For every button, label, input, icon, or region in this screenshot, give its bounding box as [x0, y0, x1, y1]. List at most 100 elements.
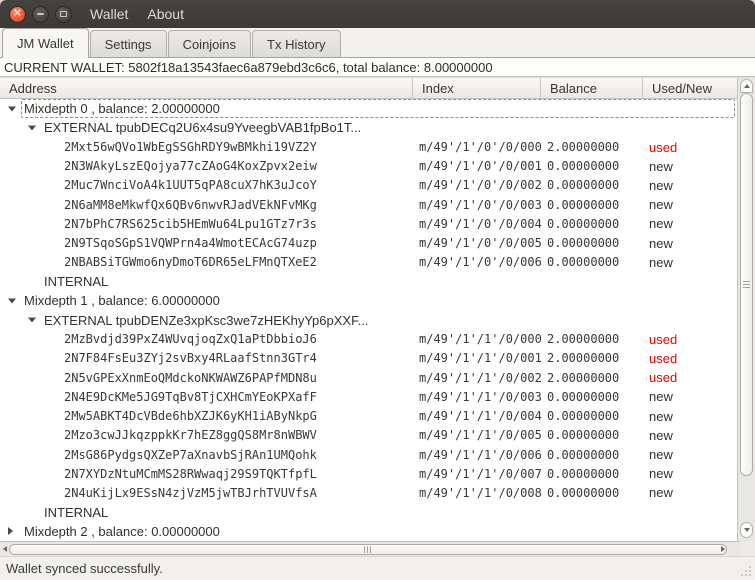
used-new-cell: new: [649, 177, 673, 193]
tree-row[interactable]: Mixdepth 0 , balance: 2.00000000: [0, 99, 737, 119]
index-cell: m/49'/1'/1'/0/008: [419, 485, 542, 500]
address-text: 2N4uKijLx9ESsN4zjVzM5jwTBJrhTVUVfsA: [64, 485, 317, 500]
address-cell: 2MsG86PydgsQXZeP7aXnavbSjRAn1UMQohk: [0, 445, 413, 464]
address-cell: Mixdepth 1 , balance: 6.00000000: [0, 291, 413, 310]
tree-row[interactable]: 2Mzo3cwJJkqzppkKr7hEZ8ggQS8Mr8nWBWV m/49'…: [0, 426, 737, 445]
address-text: 2Mzo3cwJJkqzppkKr7hEZ8ggQS8Mr8nWBWV: [64, 428, 317, 443]
scroll-down-button[interactable]: [740, 522, 753, 538]
column-header-address[interactable]: Address: [0, 78, 413, 98]
tree-row[interactable]: INTERNAL: [0, 272, 737, 291]
used-new-cell: used: [649, 139, 678, 155]
index-cell: m/49'/1'/1'/0/003: [419, 389, 542, 404]
arrow-down-icon: [743, 528, 750, 532]
tab-tx-history[interactable]: Tx History: [252, 30, 341, 58]
chevron-down-icon[interactable]: [8, 106, 16, 112]
used-new-cell: used: [649, 331, 678, 347]
tree-row[interactable]: 2N7F84FsEu3ZYj2svBxy4RLaafStnn3GTr4 m/49'…: [0, 349, 737, 368]
address-cell: Mixdepth 0 , balance: 2.00000000: [0, 99, 413, 118]
index-cell: m/49'/1'/1'/0/004: [419, 409, 542, 424]
tab-settings[interactable]: Settings: [89, 30, 167, 58]
tree-row[interactable]: 2Muc7WnciVoA4k1UUT5qPA8cuX7hK3uJcoY m/49'…: [0, 176, 737, 195]
tree-row[interactable]: 2MzBvdjd39PxZ4WUvqjoqZxQ1aPtDbbioJ6 m/49'…: [0, 330, 737, 349]
tree-row[interactable]: INTERNAL: [0, 503, 737, 522]
address-text: 2MzBvdjd39PxZ4WUvqjoqZxQ1aPtDbbioJ6: [64, 332, 317, 347]
tree-row[interactable]: 2N6aMM8eMkwfQx6QBv6nwvRJadVEkNFvMKg m/49'…: [0, 195, 737, 214]
tree-row[interactable]: 2NBABSiTGWmo6nyDmoT6DR65eLFMnQTXeE2 m/49'…: [0, 253, 737, 272]
tree-row[interactable]: 2N9TSqoSGpS1VQWPrn4a4WmotECAcG74uzp m/49'…: [0, 234, 737, 253]
tree-row[interactable]: EXTERNAL tpubDENZe3xpKsc3we7zHEKhyYp6pXX…: [0, 310, 737, 329]
address-cell: 2Mw5ABKT4DcVBde6hbXZJK6yKH1iAByNkpG: [0, 407, 413, 426]
arrow-left-icon: [3, 546, 7, 552]
tree-label: Mixdepth 1 , balance: 6.00000000: [24, 293, 220, 309]
balance-cell: 2.00000000: [547, 140, 620, 155]
balance-cell: 0.00000000: [547, 389, 620, 404]
tree-row[interactable]: Mixdepth 2 , balance: 0.00000000: [0, 522, 737, 541]
column-header-index[interactable]: Index: [413, 78, 541, 98]
index-cell: m/49'/1'/0'/0/000: [419, 140, 542, 155]
used-new-cell: new: [649, 216, 673, 232]
tree-row[interactable]: 2N4E9DcKMe5JG9TqBv8TjCXHCmYEoKPXafF m/49'…: [0, 387, 737, 406]
address-cell: 2Mxt56wQVo1WbEgSSGhRDY9wBMkhi19VZ2Y: [0, 137, 413, 156]
balance-cell: 2.00000000: [547, 351, 620, 366]
tree-row[interactable]: 2N3WAkyLszEQojya77cZAoG4KoxZpvx2eiw m/49'…: [0, 157, 737, 176]
tree-label: EXTERNAL tpubDECq2U6x4su9YveegbVAB1fpBo1…: [44, 120, 362, 136]
tree-body: Mixdepth 0 , balance: 2.00000000 EXTERNAL…: [0, 99, 737, 541]
used-new-cell: new: [649, 427, 673, 443]
address-cell: 2N3WAkyLszEQojya77cZAoG4KoxZpvx2eiw: [0, 157, 413, 176]
close-button[interactable]: ✕: [9, 5, 26, 23]
horizontal-scrollbar-thumb[interactable]: [9, 544, 727, 555]
scroll-right-button[interactable]: [718, 544, 728, 554]
balance-cell: 0.00000000: [547, 178, 620, 193]
used-new-cell: new: [649, 447, 673, 463]
horizontal-scrollbar[interactable]: [0, 541, 740, 556]
address-text: 2N4E9DcKMe5JG9TqBv8TjCXHCmYEoKPXafF: [64, 389, 317, 404]
maximize-button[interactable]: [55, 5, 72, 23]
scroll-up-button[interactable]: [740, 79, 753, 93]
balance-cell: 0.00000000: [547, 447, 620, 462]
arrow-right-icon: [721, 546, 725, 552]
tree-label: Mixdepth 2 , balance: 0.00000000: [24, 523, 220, 539]
tab-coinjoins[interactable]: Coinjoins: [167, 30, 252, 58]
tab-jm-wallet[interactable]: JM Wallet: [2, 28, 89, 59]
scrollbar-corner: [740, 541, 755, 556]
chevron-right-icon[interactable]: [8, 527, 13, 536]
balance-cell: 0.00000000: [547, 466, 620, 481]
tree-row[interactable]: 2MsG86PydgsQXZeP7aXnavbSjRAn1UMQohk m/49'…: [0, 445, 737, 464]
scrollbar-grip: [743, 280, 750, 289]
minimize-icon: [37, 13, 44, 15]
resize-grip-icon[interactable]: [740, 565, 752, 577]
address-text: 2N7bPhC7RS625cib5HEmWu64Lpu1GTz7r3s: [64, 216, 317, 231]
address-cell: 2N7XYDzNtuMCmMS28RWwaqj29S9TQKTfpfL: [0, 464, 413, 483]
balance-cell: 0.00000000: [547, 197, 620, 212]
minimize-button[interactable]: [32, 5, 49, 23]
scroll-left-button[interactable]: [1, 544, 9, 554]
vertical-scrollbar-thumb[interactable]: [740, 93, 753, 476]
tree-row[interactable]: 2N4uKijLx9ESsN4zjVzM5jwTBJrhTVUVfsA m/49'…: [0, 483, 737, 502]
app-window: ✕ Wallet About JM Wallet Settings Coinjo…: [0, 0, 755, 580]
index-cell: m/49'/1'/1'/0/002: [419, 370, 542, 385]
menu-wallet[interactable]: Wallet: [90, 6, 128, 22]
column-header-used-new[interactable]: Used/New: [643, 78, 737, 98]
vertical-scrollbar[interactable]: [737, 78, 755, 541]
chevron-down-icon[interactable]: [8, 298, 16, 304]
tree-row[interactable]: 2Mw5ABKT4DcVBde6hbXZJK6yKH1iAByNkpG m/49'…: [0, 407, 737, 426]
tree-row[interactable]: 2N7XYDzNtuMCmMS28RWwaqj29S9TQKTfpfL m/49'…: [0, 464, 737, 483]
tree-row[interactable]: 2N7bPhC7RS625cib5HEmWu64Lpu1GTz7r3s m/49'…: [0, 214, 737, 233]
chevron-down-icon[interactable]: [28, 125, 36, 131]
address-cell: 2N4E9DcKMe5JG9TqBv8TjCXHCmYEoKPXafF: [0, 387, 413, 406]
column-header-balance[interactable]: Balance: [541, 78, 643, 98]
index-cell: m/49'/1'/0'/0/003: [419, 197, 542, 212]
used-new-cell: new: [649, 466, 673, 482]
tree-row[interactable]: Mixdepth 1 , balance: 6.00000000: [0, 291, 737, 310]
index-cell: m/49'/1'/1'/0/005: [419, 428, 542, 443]
index-cell: m/49'/1'/1'/0/007: [419, 466, 542, 481]
address-cell: INTERNAL: [0, 503, 413, 522]
chevron-down-icon[interactable]: [28, 317, 36, 323]
menu-about[interactable]: About: [147, 6, 184, 22]
tree-row[interactable]: EXTERNAL tpubDECq2U6x4su9YveegbVAB1fpBo1…: [0, 118, 737, 137]
address-cell: EXTERNAL tpubDENZe3xpKsc3we7zHEKhyYp6pXX…: [0, 310, 413, 329]
address-cell: 2Muc7WnciVoA4k1UUT5qPA8cuX7hK3uJcoY: [0, 176, 413, 195]
tree-row[interactable]: 2N5vGPExXnmEoQMdckoNKWAWZ6PAPfMDN8u m/49'…: [0, 368, 737, 387]
tree-row[interactable]: 2Mxt56wQVo1WbEgSSGhRDY9wBMkhi19VZ2Y m/49'…: [0, 137, 737, 156]
index-cell: m/49'/1'/0'/0/004: [419, 216, 542, 231]
